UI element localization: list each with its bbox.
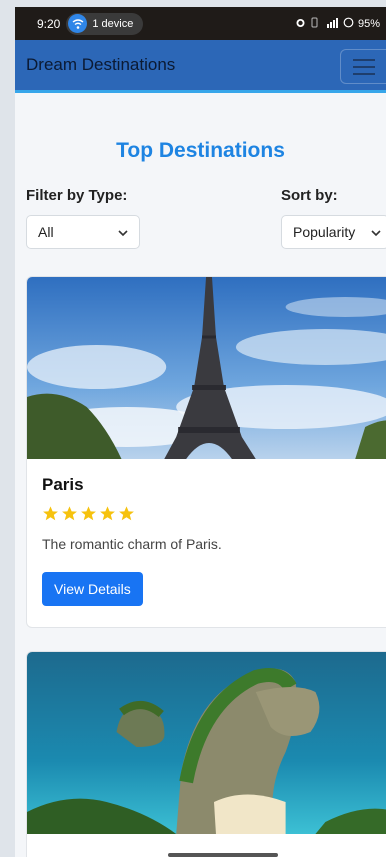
view-details-button[interactable]: View Details xyxy=(42,572,143,606)
sort-value: Popularity xyxy=(293,224,356,240)
home-indicator xyxy=(168,853,278,857)
status-bar: 9:20 1 device 95% xyxy=(15,7,386,40)
battery-percent: 95% xyxy=(357,17,380,30)
eiffel-tower-photo xyxy=(27,277,386,459)
star-icon xyxy=(62,506,77,521)
menu-toggle-button[interactable] xyxy=(340,49,386,84)
chevron-down-icon xyxy=(370,226,382,242)
tropical-cliff-photo xyxy=(27,652,386,834)
destination-card: Paris The romantic charm of Paris. View … xyxy=(26,276,386,628)
card-body: Paris The romantic charm of Paris. View … xyxy=(27,459,386,622)
filter-bar: Filter by Type: All Sort by: Popularity xyxy=(15,187,386,267)
hamburger-bar xyxy=(352,65,375,68)
sort-select[interactable]: Popularity xyxy=(281,215,386,249)
sort-label: Sort by: xyxy=(281,187,338,204)
filter-type-label: Filter by Type: xyxy=(26,187,128,204)
filter-type-select[interactable]: All xyxy=(26,215,140,249)
battery-icon xyxy=(343,17,354,31)
page-title: Top Destinations xyxy=(116,139,285,162)
wifi-icon xyxy=(68,14,88,33)
star-icon xyxy=(119,506,134,521)
star-icon xyxy=(81,506,96,521)
brand-title[interactable]: Dream Destinations xyxy=(26,55,175,75)
card-description: The romantic charm of Paris. xyxy=(42,536,222,552)
signal-icon xyxy=(323,17,339,31)
filter-type-value: All xyxy=(38,224,54,240)
phone-screen: 9:20 1 device 95% Dream Destinations Top… xyxy=(15,7,386,857)
star-icon xyxy=(43,506,58,521)
destination-card xyxy=(26,651,386,857)
hamburger-bar xyxy=(352,72,375,75)
status-icons: 95% xyxy=(295,7,380,40)
star-icon xyxy=(100,506,115,521)
alarm-icon xyxy=(295,17,306,31)
navbar: Dream Destinations xyxy=(15,40,386,93)
status-time: 9:20 xyxy=(37,16,61,31)
rating-stars xyxy=(42,505,382,522)
hamburger-icon xyxy=(352,58,375,61)
chevron-down-icon xyxy=(117,226,129,242)
card-title: Paris xyxy=(42,475,84,494)
device-count-label: 1 device xyxy=(92,17,134,30)
connected-devices-pill[interactable]: 1 device xyxy=(66,12,144,35)
vibrate-icon xyxy=(310,17,319,31)
